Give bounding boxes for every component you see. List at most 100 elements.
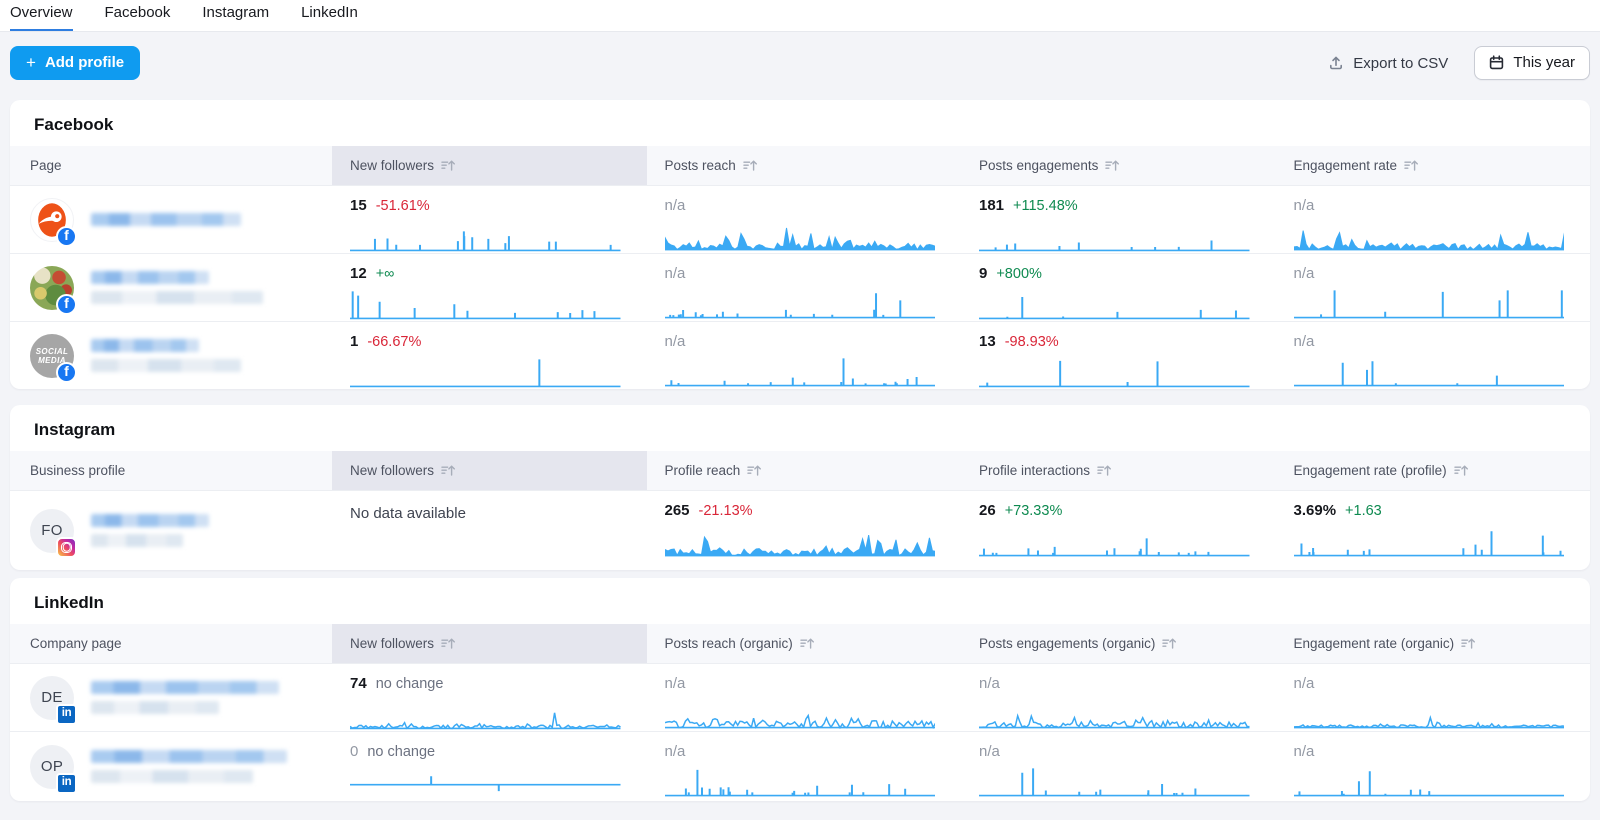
posts-reach-cell: n/a — [647, 322, 962, 389]
profile-cell: OP in — [10, 732, 332, 801]
avatar: FO — [30, 509, 74, 553]
redacted-text — [91, 359, 241, 372]
column-header-company-page[interactable]: Company page — [10, 624, 332, 663]
export-upload-icon — [1328, 55, 1344, 71]
avatar: f — [30, 266, 74, 310]
column-header-engagement-rate[interactable]: Engagement rate — [1276, 146, 1591, 185]
instagram-section: Instagram Business profile New followers… — [10, 405, 1590, 570]
sparkline-chart — [979, 356, 1250, 389]
sort-icon — [441, 464, 456, 477]
facebook-section: Facebook Page New followers Posts reach … — [10, 100, 1590, 389]
avatar: f — [30, 198, 74, 242]
sparkline-chart — [350, 220, 621, 254]
instagram-badge-icon — [56, 537, 77, 558]
tab-facebook[interactable]: Facebook — [105, 0, 171, 31]
top-tab-bar: Overview Facebook Instagram LinkedIn — [0, 0, 1600, 32]
redacted-text — [91, 701, 219, 714]
table-row[interactable]: DE in 74no change n/a n/a n/a — [10, 663, 1590, 731]
engagement-rate-cell: n/a — [1276, 254, 1591, 321]
column-header-posts-engagements[interactable]: Posts engagements — [961, 146, 1276, 185]
sparkline-chart — [1294, 355, 1565, 389]
engagement-rate-organic-cell: n/a — [1276, 732, 1591, 801]
date-range-button[interactable]: This year — [1474, 46, 1590, 80]
sparkline-chart — [665, 697, 936, 731]
column-header-profile-interactions[interactable]: Profile interactions — [961, 451, 1276, 490]
sparkline-chart — [350, 698, 621, 732]
tab-instagram[interactable]: Instagram — [202, 0, 269, 31]
linkedin-table-header: Company page New followers Posts reach (… — [10, 624, 1590, 663]
column-header-new-followers[interactable]: New followers — [332, 624, 647, 663]
table-row[interactable]: SOCIAL MEDIA f 1-66.67% n/a 13-98.93% n/… — [10, 321, 1590, 389]
column-header-page[interactable]: Page — [10, 146, 332, 185]
engagement-rate-cell: n/a — [1276, 186, 1591, 253]
sparkline-chart — [979, 525, 1250, 559]
instagram-section-title: Instagram — [10, 405, 1590, 451]
new-followers-cell: 15-51.61% — [332, 186, 647, 253]
profile-cell: DE in — [10, 664, 332, 731]
table-row[interactable]: FO No data available 265-21.13% 26+73.33… — [10, 490, 1590, 570]
engagement-rate-cell: n/a — [1276, 322, 1591, 389]
export-to-csv-button[interactable]: Export to CSV — [1328, 55, 1448, 72]
profile-reach-cell: 265-21.13% — [647, 491, 962, 570]
redacted-text — [91, 271, 209, 284]
column-header-new-followers[interactable]: New followers — [332, 451, 647, 490]
redacted-text — [91, 770, 253, 783]
toolbar: + Add profile Export to CSV This year — [0, 32, 1600, 92]
posts-reach-organic-cell: n/a — [647, 732, 962, 801]
profile-cell: f — [10, 254, 332, 321]
sort-icon — [441, 637, 456, 650]
column-header-engagement-rate-organic[interactable]: Engagement rate (organic) — [1276, 624, 1591, 663]
facebook-badge-icon: f — [56, 362, 77, 383]
redacted-text — [91, 681, 279, 694]
tab-linkedin[interactable]: LinkedIn — [301, 0, 358, 31]
avatar: SOCIAL MEDIA f — [30, 334, 74, 378]
column-header-posts-reach[interactable]: Posts reach — [647, 146, 962, 185]
linkedin-section: LinkedIn Company page New followers Post… — [10, 578, 1590, 801]
add-profile-button[interactable]: + Add profile — [10, 46, 140, 80]
export-label: Export to CSV — [1353, 55, 1448, 72]
column-header-posts-reach-organic[interactable]: Posts reach (organic) — [647, 624, 962, 663]
column-header-new-followers[interactable]: New followers — [332, 146, 647, 185]
redacted-text — [91, 291, 263, 304]
sparkline-chart — [1294, 287, 1565, 321]
linkedin-badge-icon: in — [56, 773, 77, 794]
redacted-text — [91, 213, 241, 226]
new-followers-cell: 0no change — [332, 732, 647, 801]
posts-engagements-cell: 13-98.93% — [961, 322, 1276, 389]
date-range-label: This year — [1513, 54, 1575, 71]
sort-icon — [800, 637, 815, 650]
sort-icon — [747, 464, 762, 477]
table-row[interactable]: f 15-51.61% n/a 181+115.48% n/a — [10, 185, 1590, 253]
redacted-text — [91, 534, 183, 547]
column-header-business-profile[interactable]: Business profile — [10, 451, 332, 490]
redacted-text — [91, 339, 199, 352]
facebook-table-header: Page New followers Posts reach Posts eng… — [10, 146, 1590, 185]
new-followers-cell: 12+∞ — [332, 254, 647, 321]
sparkline-chart — [979, 765, 1250, 799]
sparkline-chart — [350, 766, 621, 800]
table-row[interactable]: OP in 0no change n/a n/a n/a — [10, 731, 1590, 801]
facebook-section-title: Facebook — [10, 100, 1590, 146]
posts-reach-cell: n/a — [647, 186, 962, 253]
column-header-profile-reach[interactable]: Profile reach — [647, 451, 962, 490]
column-header-engagement-rate-profile[interactable]: Engagement rate (profile) — [1276, 451, 1591, 490]
sparkline-chart — [1294, 219, 1565, 253]
table-row[interactable]: f 12+∞ n/a 9+800% n/a — [10, 253, 1590, 321]
sort-icon — [441, 159, 456, 172]
engagement-rate-profile-cell: 3.69%+1.63 — [1276, 491, 1591, 570]
new-followers-cell: 74no change — [332, 664, 647, 731]
calendar-icon — [1489, 55, 1504, 70]
profile-name-redacted — [91, 339, 241, 372]
new-followers-cell: 1-66.67% — [332, 322, 647, 389]
column-header-posts-engagements-organic[interactable]: Posts engagements (organic) — [961, 624, 1276, 663]
profile-interactions-cell: 26+73.33% — [961, 491, 1276, 570]
redacted-text — [91, 514, 209, 527]
engagement-rate-organic-cell: n/a — [1276, 664, 1591, 731]
linkedin-badge-icon: in — [56, 704, 77, 725]
posts-reach-organic-cell: n/a — [647, 664, 962, 731]
posts-engagements-cell: 181+115.48% — [961, 186, 1276, 253]
sparkline-chart — [979, 220, 1250, 254]
profile-cell: f — [10, 186, 332, 253]
tab-overview[interactable]: Overview — [10, 0, 73, 31]
avatar: DE in — [30, 676, 74, 720]
